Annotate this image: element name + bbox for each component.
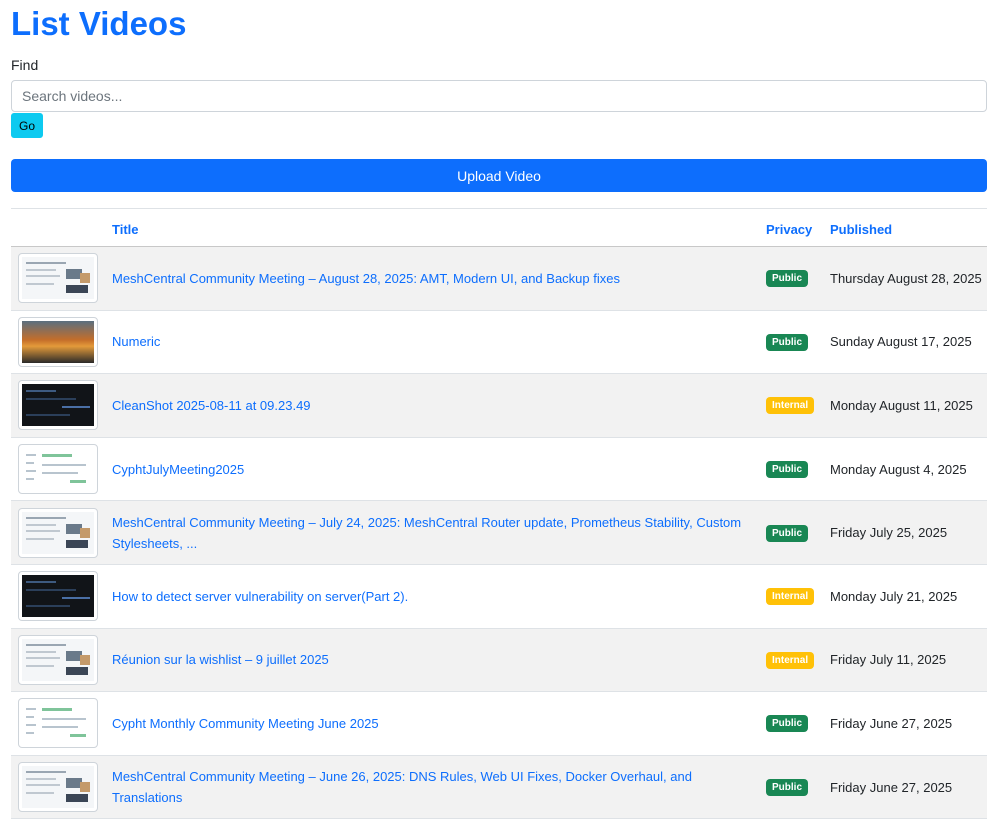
header-title[interactable]: Title xyxy=(112,208,766,247)
privacy-badge: Public xyxy=(766,270,809,288)
privacy-cell: Public xyxy=(766,755,830,819)
privacy-badge: Public xyxy=(766,461,809,479)
title-cell: How to detect server vulnerability on se… xyxy=(112,564,766,628)
published-date: Monday August 11, 2025 xyxy=(830,397,973,413)
video-thumbnail[interactable] xyxy=(18,380,98,431)
published-date: Sunday August 17, 2025 xyxy=(830,334,972,350)
video-thumbnail[interactable] xyxy=(18,507,98,558)
published-date: Monday July 21, 2025 xyxy=(830,588,958,604)
thumbnail-cell xyxy=(11,692,112,756)
table-row[interactable]: Cypht Monthly Community Meeting June 202… xyxy=(11,692,987,756)
video-thumbnail[interactable] xyxy=(18,253,98,304)
title-cell: Cypht Monthly Community Meeting June 202… xyxy=(112,692,766,756)
privacy-cell: Public xyxy=(766,310,830,374)
thumbnail-cell xyxy=(11,247,112,311)
title-cell: Numeric xyxy=(112,310,766,374)
title-cell: CyphtJulyMeeting2025 xyxy=(112,437,766,501)
title-cell: Réunion sur la wishlist – 9 juillet 2025 xyxy=(112,628,766,692)
video-title-link[interactable]: CleanShot 2025-08-11 at 09.23.49 xyxy=(112,395,766,416)
thumbnail-cell xyxy=(11,501,112,565)
video-thumbnail[interactable] xyxy=(18,698,98,749)
published-date: Thursday August 28, 2025 xyxy=(830,270,982,286)
table-row[interactable]: MeshCentral Community Meeting – August 2… xyxy=(11,246,987,311)
video-title-link[interactable]: How to detect server vulnerability on se… xyxy=(112,586,766,607)
video-thumbnail[interactable] xyxy=(18,762,98,813)
published-date: Friday June 27, 2025 xyxy=(830,715,953,731)
thumbnail-cell xyxy=(11,564,112,628)
video-thumbnail[interactable] xyxy=(18,634,98,685)
privacy-badge: Public xyxy=(766,715,809,733)
privacy-badge: Internal xyxy=(766,588,815,606)
privacy-badge: Internal xyxy=(766,397,815,415)
table-row[interactable]: CyphtJulyMeeting2025 Public Monday August … xyxy=(11,437,987,501)
videos-table: Title Privacy Published MeshCentral Comm… xyxy=(11,208,987,819)
table-row[interactable]: Réunion sur la wishlist – 9 juillet 2025… xyxy=(11,628,987,692)
privacy-badge: Public xyxy=(766,779,809,797)
table-row[interactable]: MeshCentral Community Meeting – July 24,… xyxy=(11,500,987,565)
page-title: List Videos xyxy=(11,5,187,42)
privacy-badge: Internal xyxy=(766,651,815,669)
video-title-link[interactable]: Réunion sur la wishlist – 9 juillet 2025 xyxy=(112,649,766,670)
video-thumbnail[interactable] xyxy=(18,316,98,367)
video-thumbnail[interactable] xyxy=(18,444,98,495)
video-title-link[interactable]: MeshCentral Community Meeting – August 2… xyxy=(112,268,766,289)
header-privacy[interactable]: Privacy xyxy=(766,208,830,247)
privacy-cell: Public xyxy=(766,247,830,311)
privacy-cell: Internal xyxy=(766,564,830,628)
thumbnail-cell xyxy=(11,374,112,438)
title-cell: MeshCentral Community Meeting – July 24,… xyxy=(112,501,766,565)
upload-video-button[interactable]: Upload Video xyxy=(11,159,987,192)
privacy-cell: Public xyxy=(766,437,830,501)
thumbnail-cell xyxy=(11,755,112,819)
header-published[interactable]: Published xyxy=(830,208,987,247)
title-cell: CleanShot 2025-08-11 at 09.23.49 xyxy=(112,374,766,438)
published-date: Monday August 4, 2025 xyxy=(830,461,967,477)
privacy-cell: Internal xyxy=(766,628,830,692)
find-label: Find xyxy=(11,57,39,73)
table-row[interactable]: How to detect server vulnerability on se… xyxy=(11,564,987,629)
privacy-badge: Public xyxy=(766,333,809,351)
table-row[interactable]: CleanShot 2025-08-11 at 09.23.49 Internal… xyxy=(11,373,987,438)
privacy-badge: Public xyxy=(766,524,809,542)
published-date: Friday July 25, 2025 xyxy=(830,525,948,541)
title-cell: MeshCentral Community Meeting – June 26,… xyxy=(112,755,766,819)
table-row[interactable]: MeshCentral Community Meeting – June 26,… xyxy=(11,755,987,819)
published-date: Friday June 27, 2025 xyxy=(830,779,953,795)
header-thumbnail xyxy=(11,208,112,247)
search-input[interactable] xyxy=(11,80,987,112)
thumbnail-cell xyxy=(11,310,112,374)
table-header-row: Title Privacy Published xyxy=(11,208,987,247)
video-title-link[interactable]: Numeric xyxy=(112,331,766,352)
table-row[interactable]: Numeric Public Sunday August 17, 2025 xyxy=(11,310,987,374)
thumbnail-cell xyxy=(11,628,112,692)
published-date: Friday July 11, 2025 xyxy=(830,652,947,668)
video-title-link[interactable]: MeshCentral Community Meeting – July 24,… xyxy=(112,512,766,554)
video-title-link[interactable]: CyphtJulyMeeting2025 xyxy=(112,459,766,480)
privacy-cell: Public xyxy=(766,692,830,756)
title-cell: MeshCentral Community Meeting – August 2… xyxy=(112,247,766,311)
privacy-cell: Internal xyxy=(766,374,830,438)
video-title-link[interactable]: MeshCentral Community Meeting – June 26,… xyxy=(112,766,766,808)
privacy-cell: Public xyxy=(766,501,830,565)
video-title-link[interactable]: Cypht Monthly Community Meeting June 202… xyxy=(112,713,766,734)
video-thumbnail[interactable] xyxy=(18,571,98,622)
go-button[interactable]: Go xyxy=(11,113,44,138)
thumbnail-cell xyxy=(11,437,112,501)
